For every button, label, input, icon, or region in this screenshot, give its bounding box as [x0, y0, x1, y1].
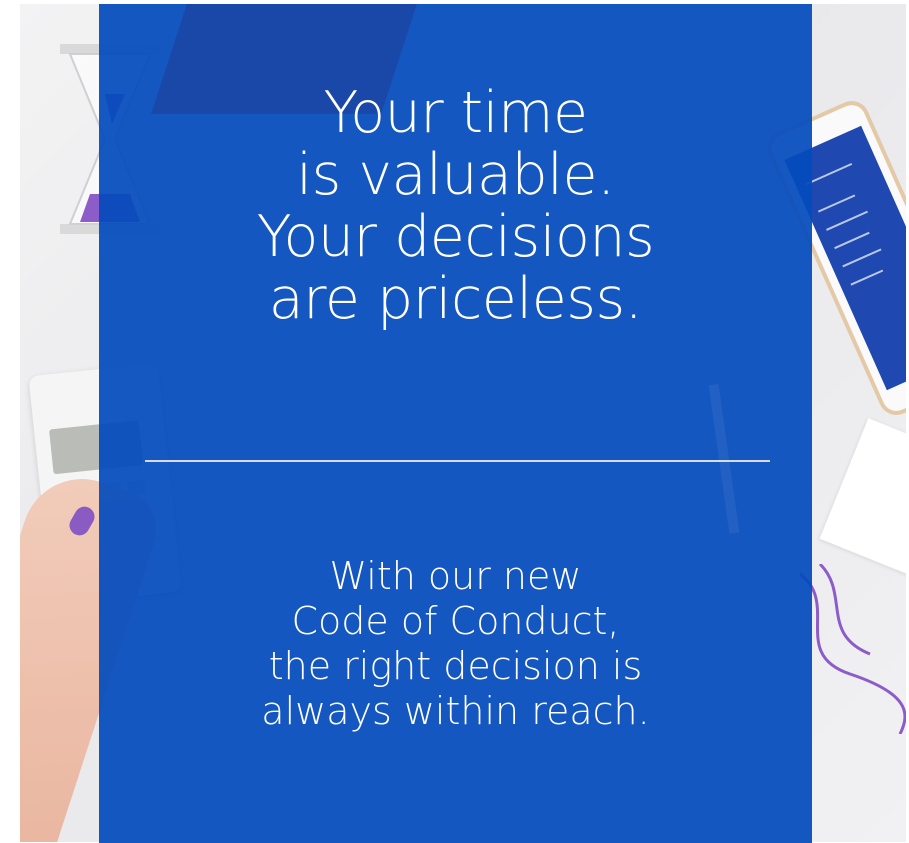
promo-card: Your time is valuable. Your decisions ar… — [0, 0, 909, 843]
subline: With our new Code of Conduct, the right … — [99, 554, 812, 734]
divider — [145, 460, 770, 462]
subline-line: the right decision is — [268, 644, 643, 688]
subline-line: Code of Conduct, — [291, 599, 620, 643]
subline-line: With our new — [329, 554, 582, 598]
paper-sheet — [819, 418, 906, 580]
headline-line: Your decisions — [256, 204, 655, 270]
headline-line: are priceless. — [268, 266, 643, 332]
headline-line: Your time — [323, 80, 588, 146]
headline: Your time is valuable. Your decisions ar… — [99, 82, 812, 330]
subline-line: always within reach. — [261, 689, 650, 733]
headline-line: is valuable. — [296, 142, 615, 208]
